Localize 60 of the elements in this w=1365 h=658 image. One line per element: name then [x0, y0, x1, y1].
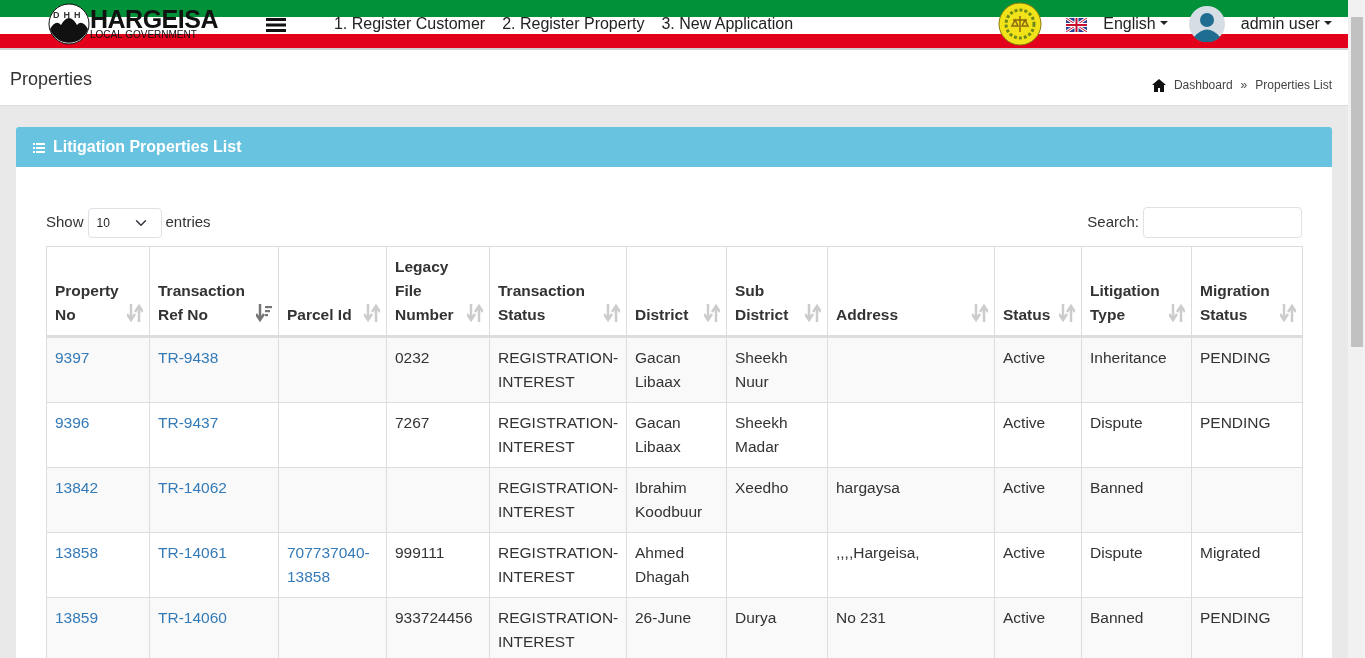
- nav-link[interactable]: 3. New Application: [661, 12, 794, 36]
- table-cell: Dispute: [1081, 532, 1192, 598]
- table-cell: 7267: [386, 402, 490, 468]
- table-cell: 999111: [386, 532, 490, 598]
- table-link[interactable]: TR-9438: [158, 346, 219, 370]
- list-icon: [33, 142, 45, 153]
- table-cell: Active: [994, 402, 1082, 468]
- table-cell: Dispute: [1081, 402, 1192, 468]
- menu-icon[interactable]: [265, 17, 286, 32]
- mountain-emblem-icon: [48, 3, 90, 45]
- table-link[interactable]: 9396: [55, 411, 90, 435]
- table-link[interactable]: TR-14061: [158, 541, 227, 565]
- nav-link[interactable]: 1. Register Customer: [333, 12, 486, 36]
- breadcrumb-separator: »: [1240, 77, 1248, 94]
- table-cell: REGISTRATION-INTEREST: [489, 467, 627, 533]
- table-cell: Gacan Libaax: [626, 402, 727, 468]
- table-cell: REGISTRATION-INTEREST: [489, 532, 627, 598]
- table-cell: Sheekh Nuur: [726, 336, 828, 403]
- home-icon: [1151, 79, 1166, 93]
- page-title: Properties: [10, 68, 93, 91]
- breadcrumb-link[interactable]: Dashboard: [1173, 76, 1233, 94]
- table-link[interactable]: TR-14062: [158, 476, 227, 500]
- table-link[interactable]: 9397: [55, 346, 90, 370]
- table-cell: REGISTRATION-INTEREST: [489, 336, 627, 403]
- table-cell: Migrated: [1191, 532, 1303, 598]
- table-cell: 0232: [386, 336, 490, 403]
- table-cell: PENDING: [1191, 402, 1303, 468]
- table-cell: Xeedho: [726, 467, 828, 533]
- table-link[interactable]: TR-9437: [158, 411, 219, 435]
- table-cell: Sheekh Madar: [726, 402, 828, 468]
- logo-letters: DHH: [53, 9, 85, 22]
- entries-label: entries: [165, 212, 211, 233]
- card-title: Litigation Properties List: [53, 137, 242, 157]
- table-cell: ,,,,Hargeisa,: [827, 532, 995, 598]
- table-cell: PENDING: [1191, 336, 1303, 403]
- table-cell: Active: [994, 336, 1082, 403]
- table-cell: REGISTRATION-INTEREST: [489, 402, 627, 468]
- user-dropdown[interactable]: admin user: [1240, 12, 1332, 36]
- table-link[interactable]: 13858: [55, 541, 99, 565]
- table-cell: Ahmed Dhagah: [626, 532, 727, 598]
- table-cell: Ibrahim Koodbuur: [626, 467, 727, 533]
- table-cell: Active: [994, 532, 1082, 598]
- nav-link[interactable]: 2. Register Property: [502, 12, 645, 36]
- scrollbar[interactable]: [1348, 0, 1365, 658]
- table-cell: hargaysa: [827, 467, 995, 533]
- table-link[interactable]: 13842: [55, 476, 99, 500]
- entries-select[interactable]: 10: [87, 207, 162, 238]
- flag-icon: [1066, 17, 1088, 32]
- search-label: Search:: [1087, 212, 1139, 233]
- search-field[interactable]: [1143, 207, 1302, 238]
- emblem-seal-icon: [998, 2, 1043, 46]
- table-cell: Gacan Libaax: [626, 336, 727, 403]
- breadcrumb-current: Properties List: [1255, 77, 1332, 94]
- table-cell: Active: [994, 467, 1082, 533]
- table-cell: Banned: [1081, 467, 1192, 533]
- avatar-icon: [1188, 6, 1225, 42]
- language-dropdown[interactable]: English: [1103, 12, 1168, 36]
- show-label: Show: [46, 212, 84, 233]
- table-cell: Inheritance: [1081, 336, 1192, 403]
- table-link[interactable]: 13859: [55, 606, 99, 630]
